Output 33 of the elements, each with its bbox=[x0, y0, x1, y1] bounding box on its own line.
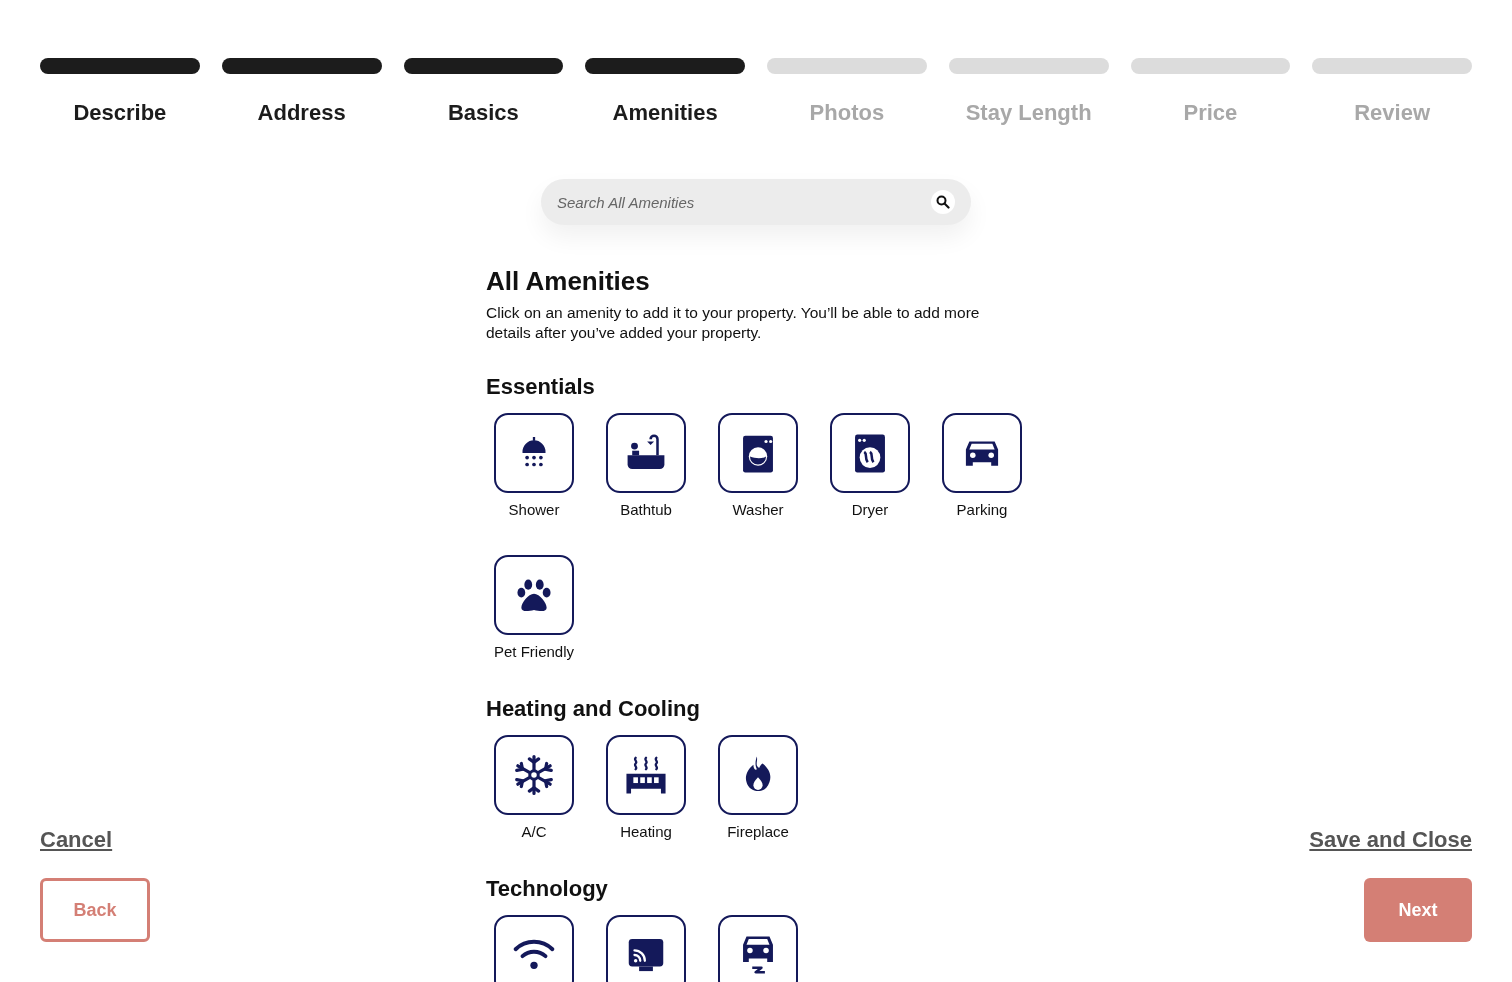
amenity-label: Fireplace bbox=[727, 823, 789, 841]
amenity-tile[interactable] bbox=[494, 915, 574, 982]
section-heading: Technology bbox=[486, 875, 609, 903]
amenity-label: Dryer bbox=[851, 501, 889, 519]
amenity-label: Bathtub bbox=[620, 501, 672, 519]
amenity-label: Heating bbox=[620, 823, 672, 841]
step-label[interactable]: Amenities bbox=[612, 96, 718, 129]
amenity-tile[interactable] bbox=[606, 735, 686, 815]
step-label[interactable]: Basics bbox=[447, 96, 519, 129]
save-and-close-link[interactable]: Save and Close bbox=[1309, 823, 1472, 856]
search-field[interactable]: Search All Amenities bbox=[541, 179, 971, 225]
amenity-label: Shower bbox=[508, 501, 560, 519]
amenity-tile[interactable] bbox=[494, 735, 574, 815]
section-heading: Heating and Cooling bbox=[486, 695, 701, 723]
amenity-label: Washer bbox=[732, 501, 784, 519]
amenity-tile[interactable] bbox=[942, 413, 1022, 493]
amenity-tile[interactable] bbox=[606, 915, 686, 982]
amenity-tile[interactable] bbox=[606, 413, 686, 493]
cancel-link[interactable]: Cancel bbox=[40, 823, 113, 856]
step-label[interactable]: Describe bbox=[73, 96, 167, 129]
section-heading: Essentials bbox=[486, 373, 596, 401]
amenity-label: A/C bbox=[521, 823, 547, 841]
amenity-tile[interactable] bbox=[718, 915, 798, 982]
amenity-label: Pet Friendly bbox=[493, 643, 574, 661]
amenity-tile[interactable] bbox=[494, 413, 574, 493]
description-text: Click on an amenity to add it to your property. You’ll be able to add more details after you’ve added your property. bbox=[486, 303, 981, 343]
amenity-label: Parking bbox=[956, 501, 1008, 519]
page-title: All Amenities bbox=[486, 265, 651, 297]
amenity-tile[interactable] bbox=[718, 735, 798, 815]
amenity-tile[interactable] bbox=[494, 555, 574, 635]
amenity-tile[interactable] bbox=[718, 413, 798, 493]
amenity-tile[interactable] bbox=[830, 413, 910, 493]
step-label[interactable]: Address bbox=[257, 96, 346, 129]
